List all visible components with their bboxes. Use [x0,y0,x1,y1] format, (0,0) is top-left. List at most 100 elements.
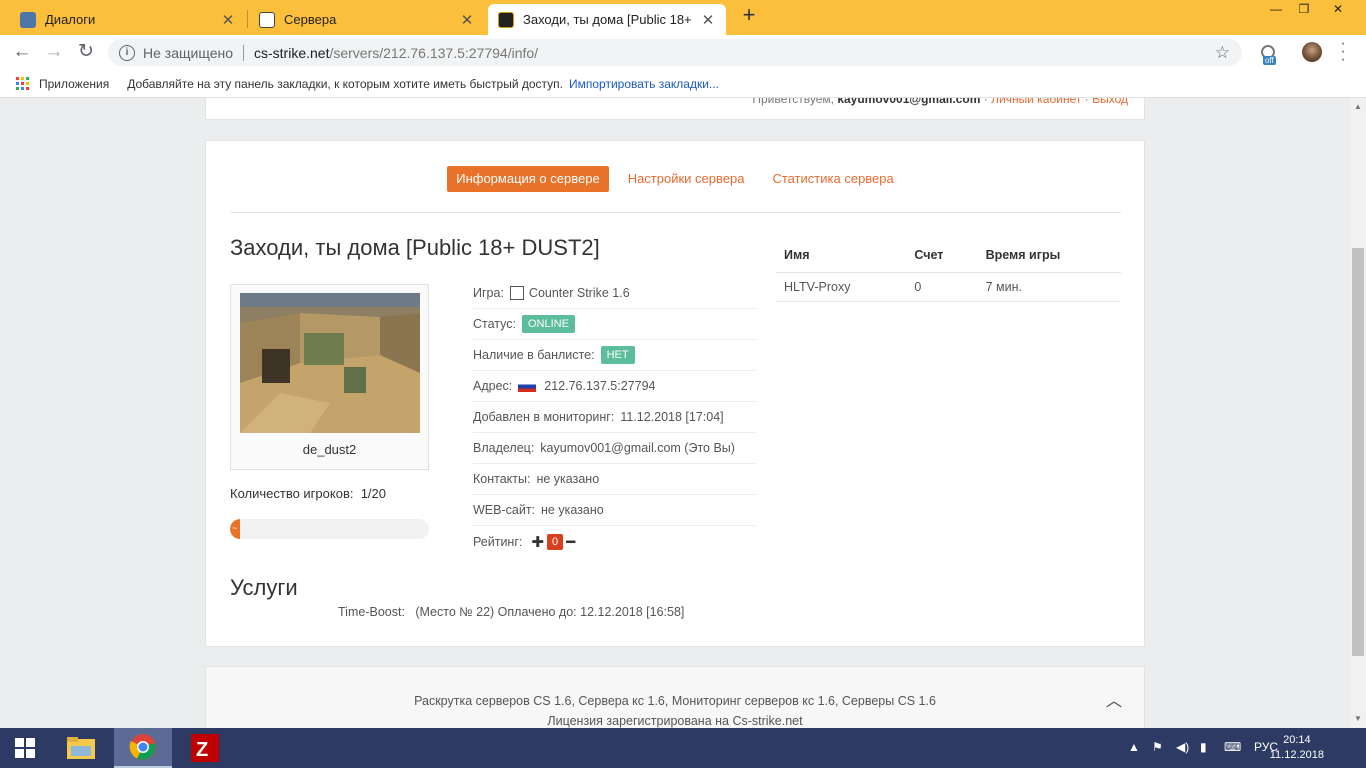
taskbar-explorer[interactable] [52,728,110,768]
col-name: Имя [776,238,907,273]
map-image [240,293,420,433]
restore-button[interactable]: ❐ [1290,2,1318,18]
info-label: WEB-сайт: [473,503,536,517]
close-window-button[interactable]: ✕ [1324,2,1352,18]
services-line: Time-Boost: (Место № 22) Оплачено до: 12… [338,605,685,619]
info-label: Контакты: [473,472,531,486]
info-row-contacts: Контакты: не указано [473,464,756,495]
taskbar-filezilla[interactable]: Z [176,728,234,768]
site-footer: Раскрутка серверов CS 1.6, Сервера кс 1.… [205,666,1145,728]
network-icon[interactable]: ▮ [1200,740,1207,754]
url-host: cs-strike.net [254,44,330,61]
tab-close-icon[interactable]: ✕ [459,11,475,29]
status-badge: ONLINE [522,315,575,333]
cabinet-link[interactable]: Личный кабинет [991,98,1081,106]
rate-down-icon[interactable]: ━ [566,533,575,551]
player-name: HLTV-Proxy [776,272,907,302]
server-panel: Информация о сервере Настройки сервера С… [205,140,1145,647]
new-tab-button[interactable]: + [738,4,760,27]
tab-dialogs[interactable]: Диалоги ✕ [10,4,246,35]
info-row-address: Адрес: 212.76.137.5:27794 [473,371,756,402]
tab-server-settings[interactable]: Настройки сервера [619,166,754,192]
info-value: не указано [536,472,600,486]
filezilla-icon: Z [191,734,219,762]
bookmarks-bar: Приложения Добавляйте на эту панель закл… [0,70,1366,98]
avatar[interactable] [1302,42,1322,62]
scrollbar-thumb[interactable] [1352,248,1364,656]
scroll-up-icon[interactable]: ▲ [1354,102,1362,111]
clock[interactable]: 20:14 11.12.2018 [1270,733,1324,763]
folder-icon [67,737,95,759]
import-bookmarks-link[interactable]: Импортировать закладки... [569,77,719,91]
services-title: Услуги [230,575,298,600]
server-tabs: Информация о сервере Настройки сервера С… [206,166,1144,194]
tab-server-info[interactable]: Информация о сервере [447,166,609,192]
input-icon[interactable]: ⌨ [1224,740,1241,754]
col-time: Время игры [977,238,1121,273]
info-label: Владелец: [473,441,535,455]
menu-icon[interactable]: · · · [1338,36,1348,68]
info-row-owner: Владелец: kayumov001@gmail.com (Это Вы) [473,433,756,464]
tab-servers[interactable]: Сервера ✕ [249,4,485,35]
forward-button[interactable]: → [42,41,66,65]
bookmark-star-icon[interactable]: ☆ [1215,43,1230,63]
russia-flag-icon [518,380,537,392]
bookmarks-hint: Добавляйте на эту панель закладки, к кот… [127,76,563,91]
player-time: 7 мин. [977,272,1121,302]
info-row-rating: Рейтинг: ✚ 0 ━ [473,526,756,557]
bookmark-apps[interactable]: Приложения [39,77,109,91]
map-name: de_dust2 [302,442,357,457]
minimize-button[interactable]: — [1262,2,1290,18]
start-button[interactable] [0,728,50,768]
players-progress-bar: ~ [230,519,429,539]
cs-game-icon [509,286,524,300]
greeting-text: Приветствуем, [752,98,834,106]
chrome-icon [129,734,156,760]
svg-text:Z: Z [196,739,208,761]
map-card: de_dust2 [230,284,429,470]
players-label: Количество игроков: [230,486,354,501]
info-label: Статус: [473,317,516,331]
user-email: kayumov001@gmail.com [837,98,981,106]
table-row: HLTV-Proxy 0 7 мин. [776,272,1121,302]
chat-icon [20,11,36,28]
tray-expand-icon[interactable]: ▲ [1128,740,1140,754]
scroll-top-button[interactable]: ︿ [1106,687,1122,711]
flag-icon[interactable]: ⚑ [1152,740,1163,754]
info-value: Counter Strike 1.6 [528,286,630,300]
clock-date: 11.12.2018 [1269,749,1324,761]
tab-close-icon[interactable]: ✕ [700,11,716,29]
reload-button[interactable]: ↻ [74,41,98,65]
taskbar-chrome[interactable] [114,728,172,768]
tab-close-icon[interactable]: ✕ [220,11,236,29]
address-divider [243,44,244,61]
volume-icon[interactable]: ◀) [1176,740,1189,754]
footer-license: Лицензия зарегистрирована на Cs-strike.n… [547,714,803,728]
tab-server-stats[interactable]: Статистика сервера [763,166,902,192]
clock-time: 20:14 [1283,734,1311,746]
windows-icon [15,738,35,758]
info-value: 11.12.2018 [17:04] [620,410,724,424]
players-count: Количество игроков: 1/20 [230,486,386,501]
tab-label: Заходи, ты дома [Public 18+ DU [523,12,694,27]
page-title: Заходи, ты дома [Public 18+ DUST2] [230,235,600,260]
info-label: Добавлен в мониторинг: [473,410,615,424]
players-value: 1/20 [360,486,387,501]
tab-strip: Диалоги ✕ Сервера ✕ Заходи, ты дома [Pub… [0,0,1366,35]
server-info-list: Игра: Counter Strike 1.6 Статус: ONLINE … [473,278,756,557]
tab-server-info[interactable]: Заходи, ты дома [Public 18+ DU ✕ [488,4,726,35]
tab-label: Сервера [284,12,337,27]
scroll-down-icon[interactable]: ▼ [1354,714,1362,723]
info-row-banlist: Наличие в банлисте: НЕТ [473,340,756,371]
players-table: Имя Счет Время игры HLTV-Proxy 0 7 мин. [776,238,1121,302]
rate-up-icon[interactable]: ✚ [531,533,544,551]
apps-grid-icon[interactable] [16,77,29,90]
banlist-badge: НЕТ [600,346,635,364]
footer-links: Раскрутка серверов CS 1.6, Сервера кс 1.… [414,694,936,708]
info-icon[interactable]: i [119,44,135,61]
site-header: Приветствуем, kayumov001@gmail.com · Лич… [205,98,1145,120]
info-label: Наличие в банлисте: [473,348,595,362]
logout-link[interactable]: Выход [1092,98,1128,106]
back-button[interactable]: ← [10,41,34,65]
address-bar[interactable]: i Не защищено cs-strike.net/servers/212.… [108,39,1242,66]
